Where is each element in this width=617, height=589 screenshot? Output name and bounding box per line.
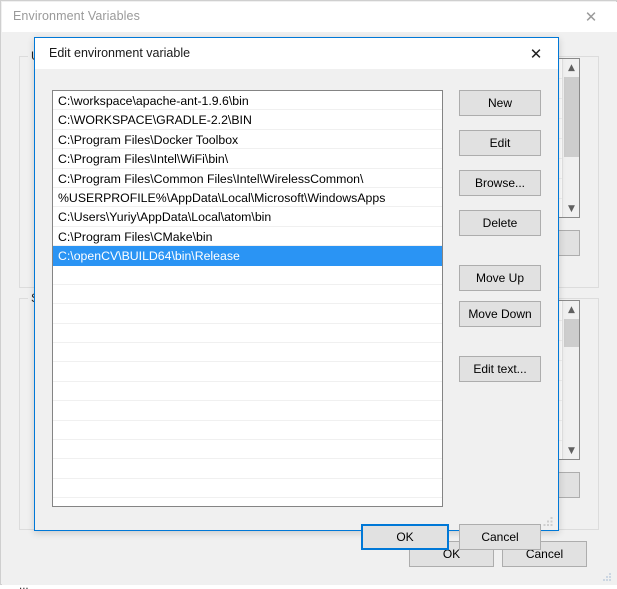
list-item-empty[interactable] bbox=[53, 401, 442, 421]
edit-text-button[interactable]: Edit text... bbox=[459, 356, 541, 382]
chevron-up-icon[interactable]: ▲ bbox=[563, 301, 579, 318]
list-item-empty[interactable] bbox=[53, 479, 442, 499]
chevron-up-icon[interactable]: ▲ bbox=[563, 59, 579, 76]
edit-environment-variable-dialog: Edit environment variable ✕ C:\workspace… bbox=[34, 37, 559, 550]
list-item-empty[interactable] bbox=[53, 304, 442, 324]
list-item-empty[interactable] bbox=[53, 266, 442, 285]
delete-button[interactable]: Delete bbox=[459, 210, 541, 236]
move-up-button[interactable]: Move Up bbox=[459, 265, 541, 291]
dialog-titlebar: Edit environment variable ✕ bbox=[35, 38, 558, 69]
list-item-empty[interactable] bbox=[53, 459, 442, 479]
list-item-empty[interactable] bbox=[53, 362, 442, 382]
cancel-button[interactable]: Cancel bbox=[459, 524, 541, 550]
list-item[interactable]: C:\WORKSPACE\GRADLE-2.2\BIN bbox=[53, 110, 442, 130]
list-item[interactable]: C:\Program Files\CMake\bin bbox=[53, 227, 442, 247]
cancel-button-label: Cancel bbox=[481, 530, 519, 544]
close-icon[interactable]: ✕ bbox=[571, 2, 611, 32]
delete-button-label: Delete bbox=[482, 216, 518, 230]
chevron-down-icon[interactable]: ▼ bbox=[563, 442, 579, 459]
edit-button[interactable]: Edit bbox=[459, 130, 541, 156]
scrollbar-thumb[interactable] bbox=[564, 319, 579, 347]
resize-grip-icon bbox=[603, 573, 611, 581]
list-item[interactable]: %USERPROFILE%\AppData\Local\Microsoft\Wi… bbox=[53, 188, 442, 208]
list-item-empty[interactable] bbox=[53, 343, 442, 363]
list-item-selected[interactable]: C:\openCV\BUILD64\bin\Release bbox=[53, 246, 442, 266]
resize-grip-icon[interactable] bbox=[543, 516, 554, 527]
edit-text-button-label: Edit text... bbox=[473, 362, 527, 376]
list-item-empty[interactable] bbox=[53, 285, 442, 305]
edit-button-label: Edit bbox=[489, 136, 511, 150]
path-entries-list[interactable]: C:\workspace\apache-ant-1.9.6\bin C:\WOR… bbox=[52, 90, 443, 507]
move-down-button-label: Move Down bbox=[468, 307, 532, 321]
list-item[interactable]: C:\Users\Yuriy\AppData\Local\atom\bin bbox=[53, 207, 442, 227]
scrollbar-thumb[interactable] bbox=[564, 77, 579, 157]
list-item-empty[interactable] bbox=[53, 324, 442, 344]
list-item-empty[interactable] bbox=[53, 421, 442, 441]
list-item[interactable]: C:\Program Files\Docker Toolbox bbox=[53, 130, 442, 150]
browse-button-label: Browse... bbox=[474, 176, 525, 190]
ok-button-label: OK bbox=[396, 530, 414, 544]
new-button-label: New bbox=[487, 96, 512, 110]
background-window-titlebar: Environment Variables ✕ bbox=[2, 2, 617, 32]
user-list-scrollbar[interactable]: ▲ ▼ bbox=[562, 59, 579, 217]
new-button[interactable]: New bbox=[459, 90, 541, 116]
close-icon[interactable]: ✕ bbox=[514, 38, 558, 69]
ok-button[interactable]: OK bbox=[361, 524, 449, 550]
move-up-button-label: Move Up bbox=[475, 271, 525, 285]
chevron-down-icon[interactable]: ▼ bbox=[563, 200, 579, 217]
list-item[interactable]: C:\workspace\apache-ant-1.9.6\bin bbox=[53, 91, 442, 111]
dialog-body: C:\workspace\apache-ant-1.9.6\bin C:\WOR… bbox=[35, 69, 558, 550]
browse-button[interactable]: Browse... bbox=[459, 170, 541, 196]
list-item-empty[interactable] bbox=[53, 382, 442, 402]
background-window-title: Environment Variables bbox=[13, 9, 140, 23]
list-item[interactable]: C:\Program Files\Common Files\Intel\Wire… bbox=[53, 169, 442, 188]
dialog-title: Edit environment variable bbox=[49, 46, 191, 60]
move-down-button[interactable]: Move Down bbox=[459, 301, 541, 327]
list-item-empty[interactable] bbox=[53, 440, 442, 460]
system-list-scrollbar[interactable]: ▲ ▼ bbox=[562, 301, 579, 459]
list-item[interactable]: C:\Program Files\Intel\WiFi\bin\ bbox=[53, 149, 442, 169]
